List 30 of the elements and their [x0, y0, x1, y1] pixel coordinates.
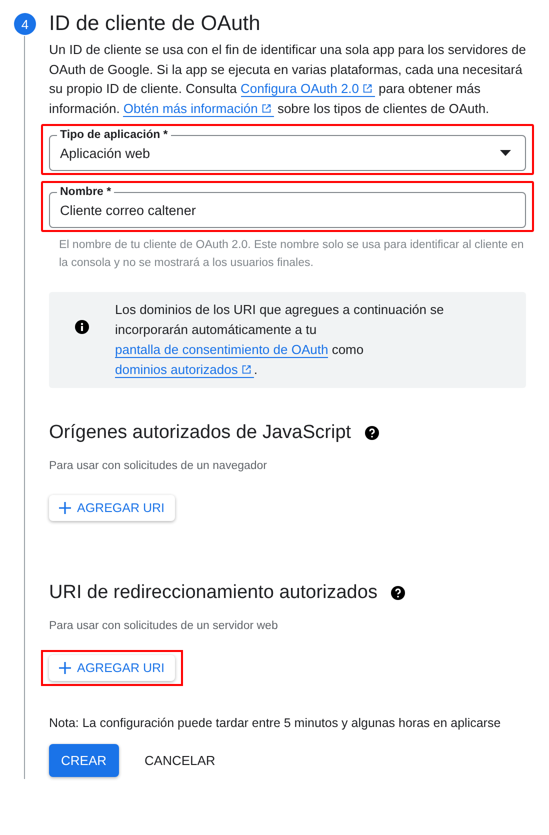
cancel-button[interactable]: CANCELAR	[138, 744, 222, 777]
external-link-icon	[362, 83, 374, 94]
link[interactable]: pantalla de consentimiento de OAuth	[115, 342, 328, 358]
caret-icon	[500, 150, 511, 156]
field-label: Tipo de aplicación *	[57, 128, 171, 142]
section-title: Orígenes autorizados de JavaScript	[49, 422, 352, 444]
step-title: ID de cliente de OAuth	[49, 12, 260, 36]
section-subtitle: Para usar con solicitudes de un servidor web	[49, 620, 279, 632]
add-uri-button[interactable]: AGREGAR URI	[49, 495, 175, 521]
help-icon[interactable]	[365, 426, 380, 440]
note-text: Nota: La configuración puede tardar entre 5 minutos y algunas horas en aplicarse	[49, 716, 502, 730]
section-title: URI de redireccionamiento autorizados	[49, 582, 378, 604]
info-icon	[75, 320, 89, 334]
plus-icon	[59, 662, 71, 674]
plus-icon	[59, 502, 71, 514]
external-link-icon	[240, 364, 252, 375]
helper-text: El nombre de tu cliente de OAuth 2.0. Este nombre solo se usa para identificar al cliente en la consola y no se mostrará a los usuarios finales.	[59, 238, 525, 271]
field-value: Cliente correo caltener	[60, 202, 197, 218]
help-icon[interactable]	[391, 586, 406, 600]
info-text: Los dominios de los URI que agregues a continuación se incorporarán automáticamente a tu pantalla de consentimiento de OAuth como dominios autorizados .	[115, 301, 445, 380]
external-link-icon	[260, 102, 272, 114]
link[interactable]: dominios autorizados	[115, 362, 254, 378]
step-number: 4	[14, 13, 36, 35]
link[interactable]: Obtén más información	[123, 100, 274, 116]
link[interactable]: Configura OAuth 2.0	[240, 81, 376, 97]
intro-paragraph: Un ID de cliente se usa con el fin de identificar una sola app para los servidores de OAuth de Google. Si la app se ejecuta en varias plataformas, cada una necesitará su propio ID de cliente. Consulta Configura OAuth 2.0 para obtener más información. Obtén más información sobre los tipos de clientes de OAuth.	[49, 41, 526, 118]
add-uri-button[interactable]: AGREGAR URI	[49, 655, 175, 681]
create-button[interactable]: CREAR	[49, 744, 119, 777]
field-value: Aplicación web	[60, 146, 152, 160]
section-subtitle: Para usar con solicitudes de un navegador	[49, 460, 268, 472]
